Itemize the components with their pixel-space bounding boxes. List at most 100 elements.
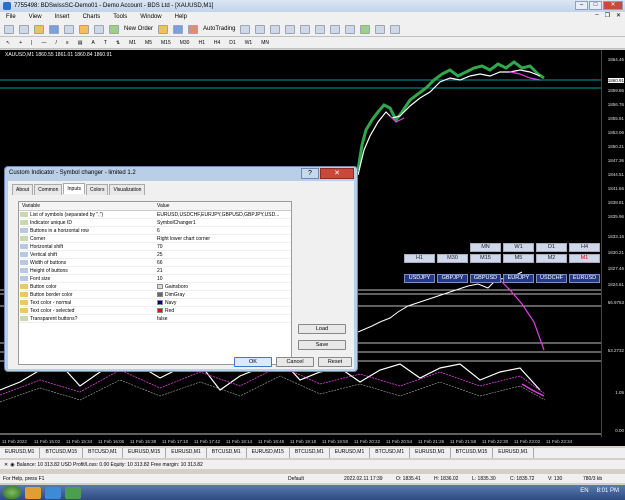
strategy-tester-icon[interactable] [94,24,104,34]
input-value-cell[interactable]: EURUSD,USDCHF,EURJPY,GBPUSD,GBPJPY,USD..… [157,212,291,218]
sc-sym-eurusd[interactable]: EURUSD [569,274,600,283]
sc-tf-d1[interactable]: D1 [536,243,567,252]
input-row[interactable]: Text color - normal Navy [19,299,291,307]
sc-tf-m5[interactable]: M5 [503,254,534,263]
sc-tf-h4[interactable]: H4 [569,243,600,252]
text-icon[interactable]: A [89,40,96,46]
zoom-out-icon[interactable] [300,24,311,34]
input-row[interactable]: Text color - selected Red [19,307,291,315]
tf-m5[interactable]: M5 [143,40,154,46]
terminal-icon[interactable] [79,24,89,34]
menu-help[interactable]: Help [175,14,187,20]
input-row[interactable]: Horizontal shift 70 [19,243,291,251]
label-icon[interactable]: T [102,40,109,46]
browser-icon[interactable] [45,486,61,499]
profiles-icon[interactable] [19,24,29,34]
load-button[interactable]: Load [298,324,346,334]
input-row[interactable]: Button color Gainsboro [19,283,291,291]
sc-tf-m2[interactable]: M2 [536,254,567,263]
templates-icon[interactable] [390,24,401,34]
horizontal-line-icon[interactable]: — [39,40,48,46]
explorer-icon[interactable] [25,486,41,499]
mdi-close-button[interactable]: ✕ [616,12,621,19]
zoom-in-icon[interactable] [285,24,296,34]
input-row[interactable]: Buttons in a horizontal row 6 [19,227,291,235]
close-window-button[interactable]: ✕ [603,1,623,10]
input-value-cell[interactable]: 25 [157,252,291,258]
input-row[interactable]: List of symbols (separated by ",") EURUSD… [19,211,291,219]
tf-m30[interactable]: M30 [178,40,192,46]
metaeditor-icon[interactable] [158,24,169,34]
tf-mn[interactable]: MN [259,40,271,46]
menu-view[interactable]: View [29,14,42,20]
chart-tab[interactable]: BTCUSD,M1 [290,448,330,458]
maximize-button[interactable]: □ [589,1,602,10]
sc-sym-gbpusd[interactable]: GBPUSD [470,274,501,283]
trendline-icon[interactable]: / [53,40,58,46]
language-indicator[interactable]: EN [580,488,588,494]
input-row[interactable]: Corner Right lower chart corner [19,235,291,243]
chart-tab[interactable]: EURUSD,M1 [166,448,207,458]
new-chart-icon[interactable] [4,24,14,34]
mdi-restore-button[interactable]: ❐ [605,12,610,19]
signals-icon[interactable] [173,24,184,34]
cursor-icon[interactable]: ↖ [4,40,12,46]
mdi-minimize-button[interactable]: – [595,12,598,19]
chart-tab[interactable]: EURUSD,M1 [493,448,534,458]
sc-sym-usdchf[interactable]: USDCHF [536,274,567,283]
menu-window[interactable]: Window [140,14,161,20]
sc-tf-m15[interactable]: M15 [470,254,501,263]
chart-tab[interactable]: EURUSD,M1 [330,448,371,458]
sc-tf-mn[interactable]: MN [470,243,501,252]
input-value-cell[interactable]: 66 [157,260,291,266]
chart-shift-icon[interactable] [345,24,356,34]
input-value-cell[interactable]: SymbolChanger1 [157,220,291,226]
autoscroll-icon[interactable] [330,24,341,34]
arrows-icon[interactable]: ⇅ [114,40,122,46]
menu-tools[interactable]: Tools [113,14,127,20]
tab-colors[interactable]: Colors [86,184,109,195]
tf-h4[interactable]: H4 [212,40,222,46]
chart-tab[interactable]: BTCUSD,M1 [370,448,411,458]
tab-about[interactable]: About [12,184,34,195]
input-row[interactable]: Vertical shift 25 [19,251,291,259]
input-value-cell[interactable]: Red [157,308,291,314]
input-value-cell[interactable]: Right lower chart corner [157,236,291,242]
input-row[interactable]: Width of buttons 66 [19,259,291,267]
tf-d1[interactable]: D1 [227,40,237,46]
menu-insert[interactable]: Insert [55,14,70,20]
new-order-button[interactable]: New Order [124,26,153,32]
input-row[interactable]: Indicator unique ID SymbolChanger1 [19,219,291,227]
sc-tf-h1[interactable]: H1 [404,254,435,263]
tf-m15[interactable]: M15 [159,40,173,46]
autotrading-button[interactable]: AutoTrading [203,26,235,32]
chart-tab[interactable]: BTCUSD,M1 [207,448,247,458]
input-value-cell[interactable]: Navy [157,300,291,306]
tf-w1[interactable]: W1 [243,40,255,46]
menu-charts[interactable]: Charts [83,14,101,20]
sc-tf-m1[interactable]: M1 [569,254,600,263]
market-watch-icon[interactable] [34,24,44,34]
save-button[interactable]: Save [298,340,346,350]
input-row[interactable]: Height of buttons 21 [19,267,291,275]
chart-tab[interactable]: EURUSD,M15 [123,448,167,458]
input-value-cell[interactable]: 6 [157,228,291,234]
ok-button[interactable]: OK [234,357,272,367]
chart-tab[interactable]: EURUSD,M15 [247,448,290,458]
input-value-cell[interactable]: DimGray [157,292,291,298]
sc-sym-eurjpy[interactable]: EURJPY [503,274,534,283]
navigator-icon[interactable] [64,24,74,34]
close-terminal-icon[interactable]: ✕ [4,462,8,468]
tab-visualization[interactable]: Visualization [109,184,146,195]
fibonacci-icon[interactable]: ▤ [76,40,85,46]
channel-icon[interactable]: ≡ [64,40,71,46]
input-value-cell[interactable]: Gainsboro [157,284,291,290]
sc-sym-gbpjpy[interactable]: GBPJPY [437,274,468,283]
dialog-help-button[interactable]: ? [301,168,319,179]
input-row[interactable]: Button border color DimGray [19,291,291,299]
start-button[interactable] [3,486,21,499]
sc-tf-w1[interactable]: W1 [503,243,534,252]
chart-tab[interactable]: BTCUSD,M1 [83,448,124,458]
sc-sym-usdjpy[interactable]: USDJPY [404,274,435,283]
candlestick-icon[interactable] [255,24,266,34]
